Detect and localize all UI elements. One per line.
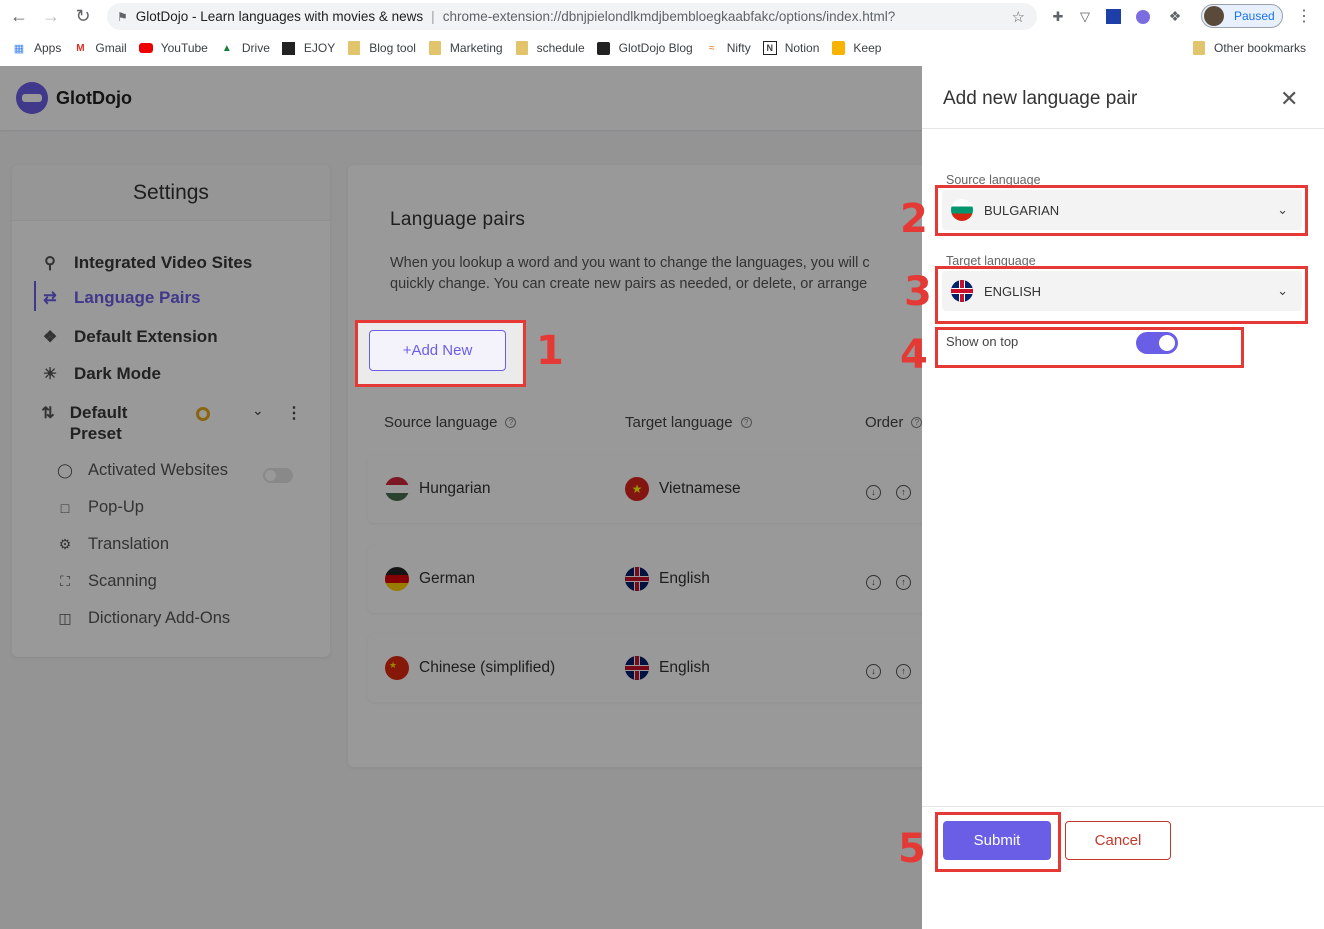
bookmark-glotdojo-blog[interactable]: GlotDojo Blog — [591, 36, 699, 60]
annotation-number-3: 3 — [904, 269, 932, 315]
bookmark-apps[interactable]: ▦ Apps — [6, 36, 67, 60]
folder-icon — [428, 41, 442, 55]
cancel-button[interactable]: Cancel — [1065, 821, 1171, 860]
close-icon[interactable]: ✕ — [1280, 86, 1298, 112]
profile-status: Paused — [1234, 9, 1275, 23]
bookmark-ejoy[interactable]: EJOY — [276, 36, 341, 60]
annotation-number-4: 4 — [900, 332, 928, 378]
extension-puzzle-icon: ⚑ — [117, 9, 128, 24]
back-icon[interactable]: ← — [6, 4, 32, 30]
bookmark-nifty[interactable]: ≈ Nifty — [699, 36, 757, 60]
nifty-icon: ≈ — [708, 42, 715, 54]
panel-title: Add new language pair — [943, 88, 1138, 109]
modal-backdrop[interactable] — [0, 66, 922, 929]
apps-grid-icon: ▦ — [13, 42, 25, 55]
annotation-box-1 — [355, 320, 526, 387]
bookmark-gmail[interactable]: M Gmail — [67, 36, 132, 60]
gmail-icon: M — [76, 42, 85, 54]
bookmark-other[interactable]: Other bookmarks — [1186, 36, 1312, 60]
annotation-number-1: 1 — [536, 328, 564, 374]
bookmark-drive[interactable]: ▲ Drive — [214, 36, 276, 60]
keep-icon — [831, 41, 845, 55]
bookmarks-bar: ▦ Apps M Gmail YouTube ▲ Drive EJOY Blog to… — [0, 36, 1324, 60]
ejoy-icon — [282, 41, 296, 55]
glotdojo-blog-icon — [597, 41, 611, 55]
profile-button[interactable]: Paused — [1201, 4, 1283, 28]
bookmark-youtube[interactable]: YouTube — [133, 36, 214, 60]
menu-icon[interactable]: ⋮ — [1296, 6, 1312, 26]
reload-icon[interactable]: ↻ — [70, 4, 96, 30]
annotation-number-5: 5 — [898, 826, 926, 872]
annotation-box-4 — [935, 327, 1244, 368]
bookmark-schedule[interactable]: schedule — [509, 36, 591, 60]
youtube-icon — [138, 41, 153, 55]
folder-icon — [347, 41, 361, 55]
glotdojo-extension-icon[interactable] — [1126, 9, 1160, 24]
annotation-box-5 — [935, 812, 1061, 872]
forward-icon[interactable]: → — [38, 4, 64, 30]
folder-icon — [515, 41, 529, 55]
app-page: GlotDojo Settings ⚲ Integrated Video Site… — [0, 66, 1324, 929]
folder-icon — [1192, 41, 1206, 55]
address-bar[interactable]: ⚑ GlotDojo - Learn languages with movies… — [107, 3, 1037, 30]
annotation-box-2 — [935, 185, 1308, 236]
browser-chrome: ← → ↻ ⚑ GlotDojo - Learn languages with … — [0, 0, 1324, 66]
bookmark-blog-tool[interactable]: Blog tool — [341, 36, 422, 60]
media-icon[interactable]: ✚ — [1046, 9, 1070, 25]
avatar — [1204, 6, 1224, 26]
annotation-number-2: 2 — [900, 196, 928, 242]
drive-icon: ▲ — [221, 42, 232, 54]
bookmark-notion[interactable]: N Notion — [757, 36, 826, 60]
star-icon[interactable]: ☆ — [1012, 8, 1025, 26]
annotation-box-3 — [935, 266, 1308, 324]
page-title: GlotDojo - Learn languages with movies &… — [135, 9, 424, 24]
notion-icon: N — [762, 41, 777, 55]
bookmark-keep[interactable]: Keep — [825, 36, 887, 60]
url-text: chrome-extension://dbnjpielondlkmdjbembl… — [442, 9, 896, 24]
extensions-icon[interactable]: ❖ — [1160, 8, 1190, 25]
extension-icons: ✚ ▽ ❖ — [1046, 4, 1190, 29]
pocket-icon[interactable]: ▽ — [1070, 9, 1100, 25]
chart-extension-icon[interactable] — [1100, 9, 1126, 24]
add-language-pair-panel: Add new language pair ✕ Source language … — [922, 66, 1324, 929]
bookmark-marketing[interactable]: Marketing — [422, 36, 509, 60]
